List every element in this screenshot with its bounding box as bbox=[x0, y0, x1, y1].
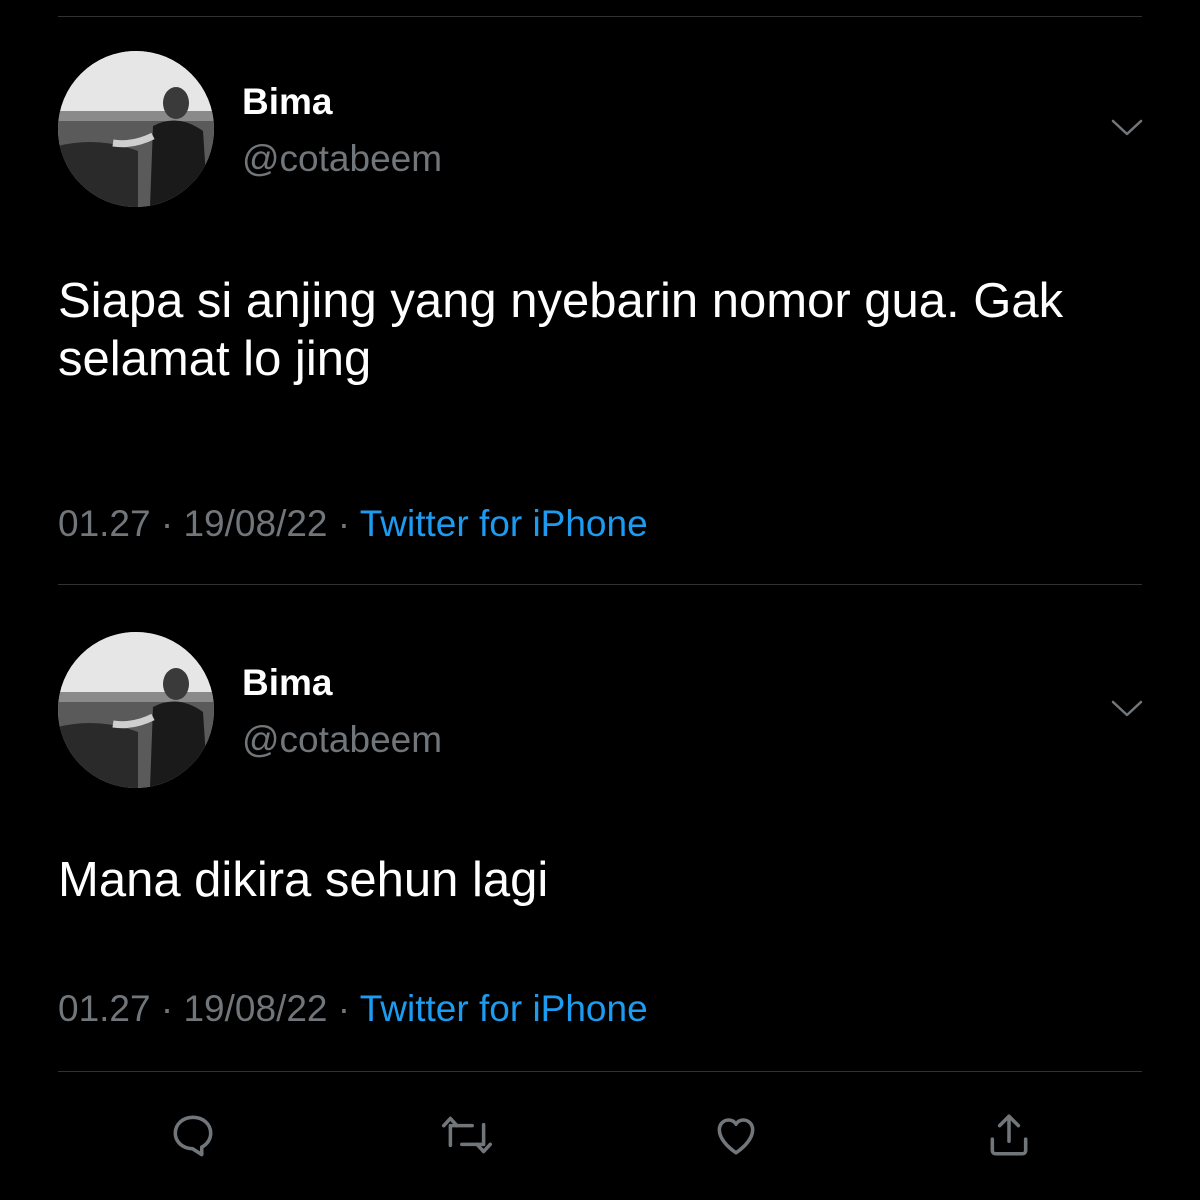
like-icon bbox=[717, 1118, 755, 1155]
tweet-date: 19/08/22 bbox=[183, 988, 328, 1029]
tweet-source-link[interactable]: Twitter for iPhone bbox=[360, 988, 648, 1029]
tweet-time: 01.27 bbox=[58, 503, 151, 544]
avatar[interactable] bbox=[58, 632, 214, 788]
tweet-text: Siapa si anjing yang nyebarin nomor gua.… bbox=[58, 274, 1064, 386]
retweet-button[interactable] bbox=[432, 1100, 502, 1170]
share-icon bbox=[990, 1114, 1028, 1156]
reply-icon bbox=[173, 1115, 213, 1157]
retweet-icon bbox=[441, 1116, 493, 1154]
top-divider bbox=[58, 0, 1142, 17]
avatar[interactable] bbox=[58, 51, 214, 207]
tweet-date: 19/08/22 bbox=[183, 503, 328, 544]
share-button[interactable] bbox=[974, 1100, 1044, 1170]
divider bbox=[58, 1071, 1142, 1072]
meta-separator: · bbox=[160, 503, 174, 544]
tweet-source-link[interactable]: Twitter for iPhone bbox=[360, 503, 648, 544]
tweet-action-bar bbox=[0, 1100, 1200, 1170]
meta-separator: · bbox=[160, 988, 174, 1029]
like-button[interactable] bbox=[701, 1100, 771, 1170]
meta-separator: · bbox=[337, 988, 351, 1029]
chevron-down-icon[interactable] bbox=[1110, 699, 1144, 719]
chevron-down-icon[interactable] bbox=[1110, 118, 1144, 138]
user-handle[interactable]: @cotabeem bbox=[242, 718, 442, 762]
tweet-text: Mana dikira sehun lagi bbox=[58, 853, 549, 907]
tweet-meta: 01.27 · 19/08/22 · Twitter for iPhone bbox=[58, 987, 648, 1031]
tweet-time: 01.27 bbox=[58, 988, 151, 1029]
display-name[interactable]: Bima bbox=[242, 80, 332, 124]
meta-separator: · bbox=[337, 503, 351, 544]
user-handle[interactable]: @cotabeem bbox=[242, 137, 442, 181]
tweet-meta: 01.27 · 19/08/22 · Twitter for iPhone bbox=[58, 502, 648, 546]
divider bbox=[58, 584, 1142, 585]
reply-button[interactable] bbox=[158, 1100, 228, 1170]
display-name[interactable]: Bima bbox=[242, 661, 332, 705]
